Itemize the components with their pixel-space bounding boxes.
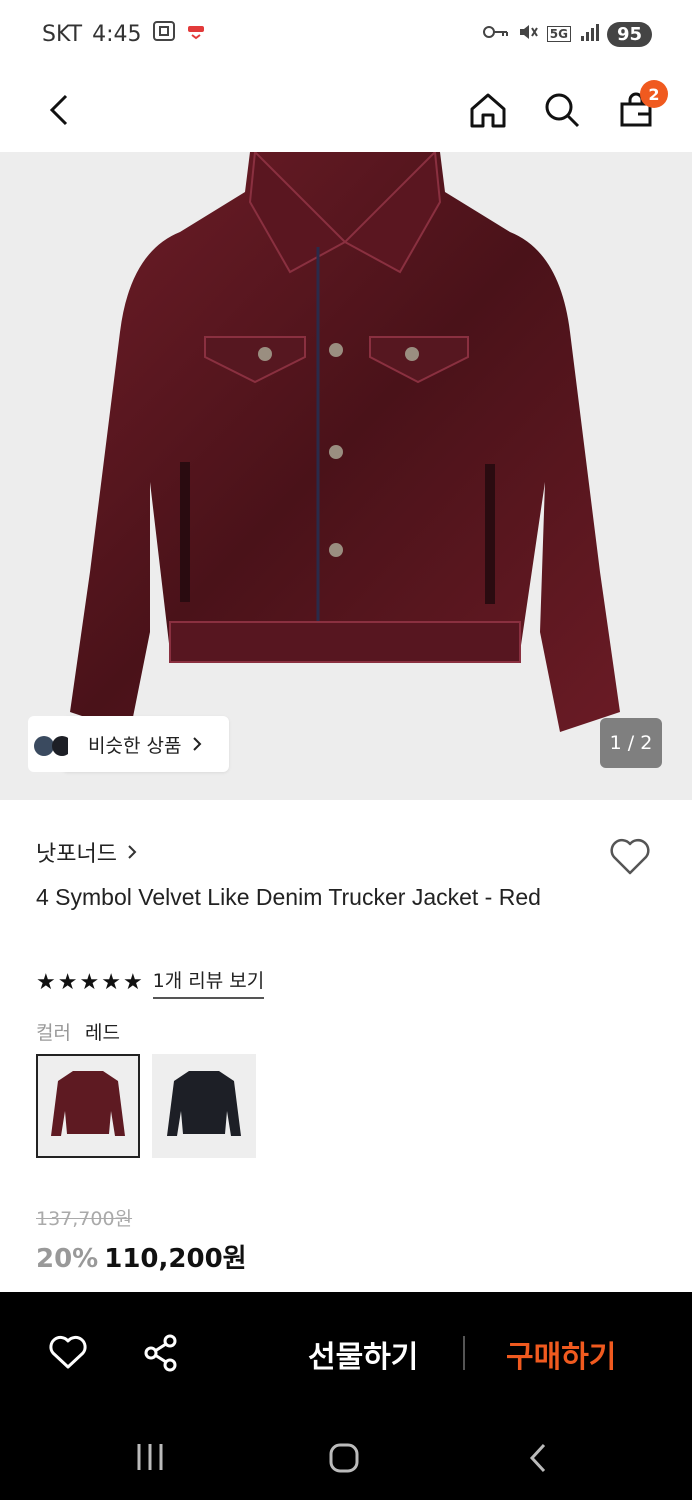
app-header: 2 — [0, 68, 692, 152]
network-type: 5G — [546, 26, 571, 42]
wishlist-bottom-button[interactable] — [48, 1334, 88, 1374]
similar-products-label: 비슷한 상품 — [88, 734, 182, 757]
star-icon: ★ — [57, 969, 78, 995]
back-nav-button[interactable] — [526, 1442, 550, 1478]
system-nav-bar — [0, 1414, 692, 1500]
search-button[interactable] — [542, 90, 582, 130]
product-photo — [70, 152, 620, 732]
similar-thumbnail — [28, 716, 68, 772]
recent-apps-button[interactable] — [134, 1442, 166, 1476]
swatch-black[interactable] — [152, 1054, 256, 1158]
star-icon: ★ — [36, 969, 56, 995]
gift-button[interactable]: 선물하기 — [308, 1332, 418, 1376]
share-button[interactable] — [142, 1334, 180, 1376]
image-pager: 1 / 2 — [600, 718, 662, 768]
app-notification-icon — [186, 22, 206, 47]
similar-products-button[interactable]: 비슷한 상품 — [28, 716, 230, 772]
battery-level: 95 — [616, 23, 642, 45]
heart-icon — [610, 838, 650, 875]
original-price: 137,700원 — [36, 1208, 133, 1230]
home-circle-icon — [329, 1443, 359, 1473]
heart-icon — [49, 1335, 87, 1369]
brand-link[interactable]: 낫포너드 — [36, 836, 137, 868]
carrier-label: SKT — [42, 21, 83, 47]
back-icon — [49, 94, 68, 126]
color-swatches — [36, 1054, 256, 1158]
sale-price: 110,200원 — [104, 1244, 247, 1274]
star-icon: ★ — [79, 969, 100, 995]
header-actions: 2 — [468, 80, 668, 130]
brand-name: 낫포너드 — [36, 842, 117, 867]
rating-row: ★ ★ ★ ★ ★ 1개 리뷰 보기 — [36, 966, 265, 999]
color-label: 컬러 — [36, 1022, 71, 1044]
rating-stars: ★ ★ ★ ★ ★ — [36, 969, 143, 995]
review-link[interactable]: 1개 리뷰 보기 — [152, 966, 265, 999]
recent-apps-icon — [137, 1444, 163, 1470]
back-arrow-icon — [529, 1443, 546, 1473]
buy-button[interactable]: 구매하기 — [506, 1332, 616, 1376]
star-icon: ★ — [101, 969, 121, 995]
color-row: 컬러 레드 — [36, 1018, 120, 1045]
pager-text: 1 / 2 — [609, 732, 653, 754]
color-value: 레드 — [84, 1022, 120, 1044]
status-bar: SKT 4:45 5G 95 — [0, 0, 692, 68]
clock: 4:45 — [92, 21, 142, 47]
jacket-thumbnail — [167, 1071, 241, 1136]
status-left: SKT 4:45 — [42, 20, 206, 48]
battery-indicator: 95 — [606, 21, 652, 47]
chevron-right-icon — [128, 845, 137, 859]
price-row: 20% 110,200원 — [36, 1238, 247, 1275]
back-button[interactable] — [40, 90, 80, 130]
home-nav-button[interactable] — [328, 1442, 360, 1478]
bottom-action-bar: 선물하기 구매하기 — [0, 1292, 692, 1414]
search-icon — [545, 93, 580, 128]
jacket-thumbnail — [51, 1071, 125, 1136]
home-button[interactable] — [468, 90, 508, 130]
wishlist-button[interactable] — [608, 836, 652, 880]
star-icon: ★ — [122, 969, 143, 995]
swatch-red[interactable] — [36, 1054, 140, 1158]
discount-rate: 20% — [36, 1244, 99, 1274]
screenshot-icon — [152, 20, 176, 48]
product-title: 4 Symbol Velvet Like Denim Trucker Jacke… — [36, 884, 541, 910]
cart-badge: 2 — [640, 80, 668, 108]
signal-icon — [579, 22, 599, 46]
mute-icon — [517, 21, 539, 47]
status-right: 5G 95 — [482, 21, 652, 47]
home-icon — [470, 93, 506, 128]
similar-products-card[interactable]: 비슷한 상품 — [62, 716, 230, 772]
chevron-right-icon — [193, 737, 202, 751]
share-icon — [144, 1334, 177, 1372]
product-image-carousel[interactable]: 비슷한 상품 1 / 2 — [0, 152, 692, 800]
cart-button[interactable]: 2 — [616, 80, 668, 130]
vpn-key-icon — [482, 24, 509, 44]
action-divider — [463, 1336, 465, 1370]
